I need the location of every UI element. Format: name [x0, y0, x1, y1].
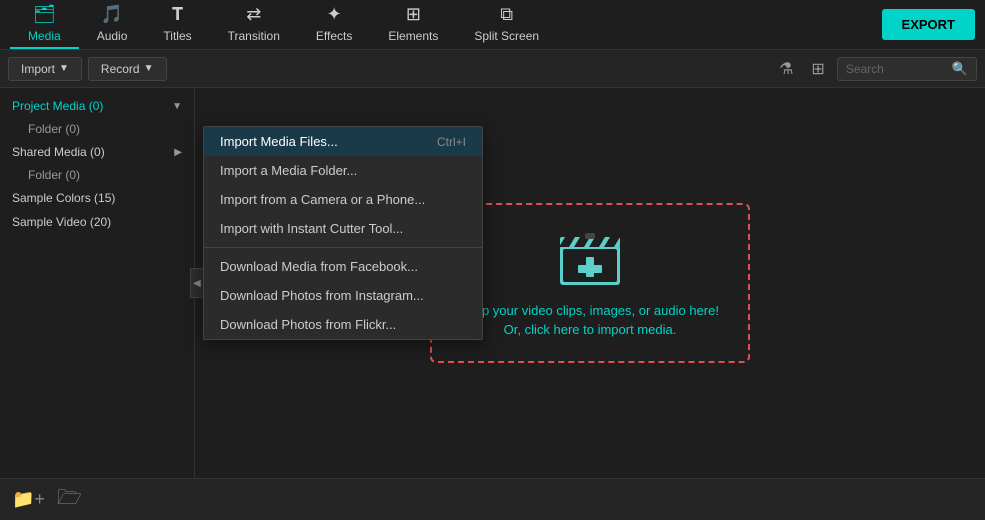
- import-dropdown-menu: Import Media Files... Ctrl+I Import a Me…: [203, 126, 483, 340]
- dropdown-download-instagram[interactable]: Download Photos from Instagram...: [204, 281, 482, 310]
- splitscreen-icon: ⧉: [500, 4, 513, 25]
- search-input[interactable]: [846, 62, 946, 76]
- sidebar-item-shared-media[interactable]: Shared Media (0) ▶: [0, 140, 194, 164]
- shared-media-label: Shared Media (0): [12, 145, 105, 159]
- folder-icon[interactable]: 🗁: [57, 483, 82, 517]
- nav-audio[interactable]: 🎵 Audio: [79, 0, 146, 49]
- nav-splitscreen[interactable]: ⧉ Split Screen: [456, 0, 557, 49]
- media-icon: 🗂: [33, 4, 56, 25]
- dropdown-import-camera[interactable]: Import from a Camera or a Phone...: [204, 185, 482, 214]
- project-media-chevron: ▼: [172, 101, 182, 112]
- record-button[interactable]: Record ▼: [88, 57, 167, 81]
- record-chevron-icon: ▼: [144, 63, 154, 74]
- sidebar-item-sample-video[interactable]: Sample Video (20): [0, 210, 194, 234]
- search-icon: 🔍: [952, 61, 968, 77]
- grid-icon[interactable]: ⊞: [805, 55, 830, 83]
- elements-icon: ⊞: [406, 4, 421, 25]
- dropdown-download-flickr[interactable]: Download Photos from Flickr...: [204, 310, 482, 339]
- shared-media-chevron: ▶: [174, 147, 182, 158]
- nav-transition[interactable]: ⇄ Transition: [210, 0, 298, 49]
- center-area: Import Media Files... Ctrl+I Import a Me…: [195, 88, 985, 478]
- dropdown-import-files[interactable]: Import Media Files... Ctrl+I: [204, 127, 482, 156]
- dropdown-import-cutter[interactable]: Import with Instant Cutter Tool...: [204, 214, 482, 243]
- nav-media[interactable]: 🗂 Media: [10, 0, 79, 49]
- import-button[interactable]: Import ▼: [8, 57, 82, 81]
- titles-icon: 𝐓: [172, 4, 184, 25]
- sidebar-collapse-button[interactable]: ◀: [190, 268, 204, 298]
- clapperboard-icon: [555, 227, 625, 289]
- filter-icon[interactable]: ⚗: [773, 55, 799, 83]
- project-media-label: Project Media (0): [12, 99, 103, 113]
- add-folder-icon[interactable]: 📁+: [12, 489, 45, 510]
- dropdown-import-folder[interactable]: Import a Media Folder...: [204, 156, 482, 185]
- audio-icon: 🎵: [101, 4, 123, 25]
- sidebar: Project Media (0) ▼ Folder (0) Shared Me…: [0, 88, 195, 478]
- drop-zone-text: Drop your video clips, images, or audio …: [461, 301, 719, 340]
- sidebar-item-folder[interactable]: Folder (0): [0, 118, 194, 140]
- nav-titles[interactable]: 𝐓 Titles: [145, 0, 209, 49]
- bottom-bar: 📁+ 🗁: [0, 478, 985, 520]
- sidebar-item-project-media[interactable]: Project Media (0) ▼: [0, 94, 194, 118]
- effects-icon: ✦: [327, 4, 342, 25]
- search-box: 🔍: [837, 57, 977, 81]
- dropdown-download-facebook[interactable]: Download Media from Facebook...: [204, 252, 482, 281]
- nav-elements[interactable]: ⊞ Elements: [370, 0, 456, 49]
- import-chevron-icon: ▼: [59, 63, 69, 74]
- sidebar-item-sample-colors[interactable]: Sample Colors (15): [0, 186, 194, 210]
- dropdown-divider: [204, 247, 482, 248]
- export-button[interactable]: EXPORT: [882, 9, 975, 40]
- transition-icon: ⇄: [246, 4, 261, 25]
- sidebar-item-folder2[interactable]: Folder (0): [0, 164, 194, 186]
- top-nav: 🗂 Media 🎵 Audio 𝐓 Titles ⇄ Transition ✦ …: [0, 0, 985, 50]
- toolbar-row: Import ▼ Record ▼ ⚗ ⊞ 🔍: [0, 50, 985, 88]
- nav-effects[interactable]: ✦ Effects: [298, 0, 370, 49]
